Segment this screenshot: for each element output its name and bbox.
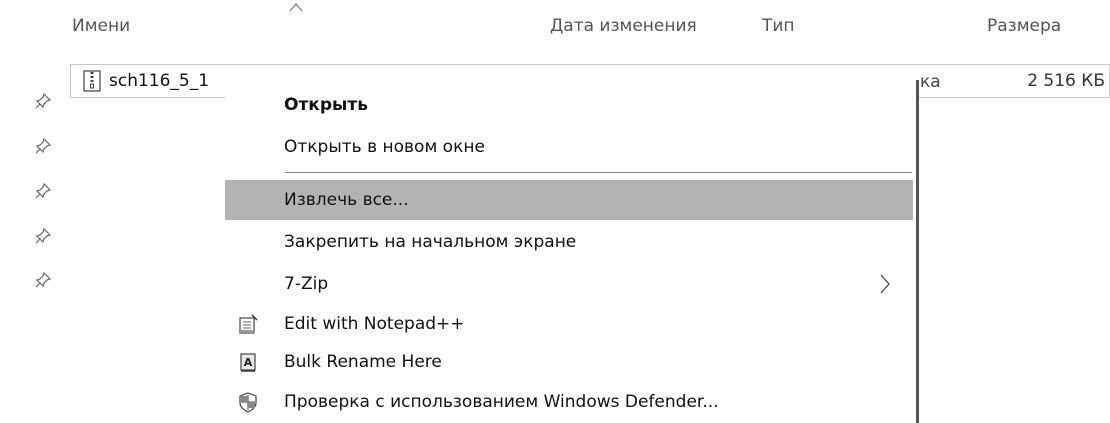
column-date-modified[interactable]: Дата изменения bbox=[550, 16, 697, 36]
menu-item-label: 7-Zip bbox=[284, 274, 329, 294]
menu-item-extract-all[interactable]: Извлечь все... bbox=[225, 180, 913, 220]
explorer-window: Имени Дата изменения Тип Размера sch116_… bbox=[0, 0, 1110, 423]
menu-item-pin-to-start[interactable]: Закрепить на начальном экране bbox=[225, 222, 913, 262]
pin-icon[interactable] bbox=[34, 137, 52, 155]
defender-icon bbox=[239, 392, 257, 413]
svg-text:A: A bbox=[244, 356, 253, 369]
pin-icon[interactable] bbox=[34, 271, 52, 289]
pin-icon[interactable] bbox=[34, 182, 52, 200]
menu-item-label: Открыть bbox=[284, 95, 368, 115]
menu-item-label: Edit with Notepad++ bbox=[284, 314, 465, 334]
menu-item-edit-notepad[interactable]: Edit with Notepad++ bbox=[225, 304, 913, 344]
sort-up-icon bbox=[289, 3, 303, 12]
pin-icon[interactable] bbox=[34, 92, 52, 110]
menu-item-label: Проверка с использованием Windows Defend… bbox=[284, 392, 719, 412]
menu-item-label: Закрепить на начальном экране bbox=[284, 232, 577, 252]
file-type: ка bbox=[920, 72, 941, 92]
zip-file-icon bbox=[83, 70, 101, 92]
chevron-right-icon bbox=[880, 274, 890, 294]
menu-item-label: Извлечь все... bbox=[284, 190, 409, 210]
menu-item-label: Bulk Rename Here bbox=[284, 352, 442, 372]
column-name[interactable]: Имени bbox=[72, 16, 130, 36]
menu-item-open[interactable]: Открыть bbox=[225, 85, 913, 125]
menu-item-label: Открыть в новом окне bbox=[284, 137, 485, 157]
menu-item-open-new-window[interactable]: Открыть в новом окне bbox=[225, 127, 913, 167]
menu-item-windows-defender[interactable]: Проверка с использованием Windows Defend… bbox=[225, 382, 913, 422]
menu-item-bulk-rename[interactable]: A Bulk Rename Here bbox=[225, 342, 913, 382]
column-size[interactable]: Размера bbox=[987, 16, 1061, 36]
pin-icon[interactable] bbox=[34, 227, 52, 245]
menu-separator bbox=[285, 172, 912, 173]
menu-item-7zip[interactable]: 7-Zip bbox=[225, 264, 913, 304]
notepad-icon bbox=[239, 314, 258, 334]
column-header: Имени Дата изменения Тип Размера bbox=[0, 0, 1110, 56]
file-size: 2 516 КБ bbox=[1027, 71, 1105, 91]
file-name[interactable]: sch116_5_1 bbox=[109, 71, 209, 91]
context-menu: Открыть Открыть в новом окне Извлечь все… bbox=[225, 80, 919, 423]
bulk-rename-icon: A bbox=[240, 353, 256, 372]
column-type[interactable]: Тип bbox=[762, 16, 795, 36]
